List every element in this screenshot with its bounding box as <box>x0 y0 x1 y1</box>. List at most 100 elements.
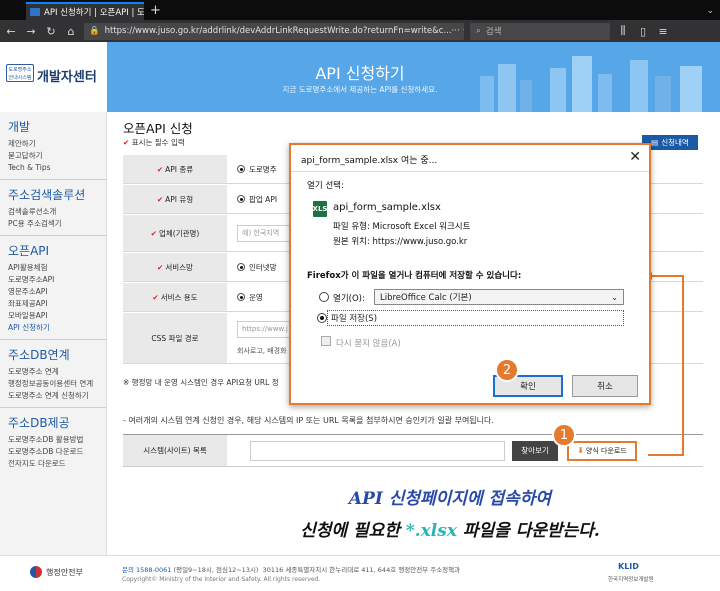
callout-highlight: *.xlsx <box>405 521 457 541</box>
sidebar-item-api-apply[interactable]: API 신청하기 <box>8 322 98 334</box>
browser-tabbar: API 신청하기 | 오픈API | 도로명 ✕ + ⌄ <box>0 0 720 20</box>
close-icon[interactable]: ✕ <box>629 149 641 165</box>
css-path-hint: 회사로고, 배경화 <box>237 346 287 355</box>
search-icon: ⌕ <box>476 26 481 36</box>
sidebar-section-title[interactable]: 주소검색솔루션 <box>8 186 98 203</box>
page-actions-icon[interactable]: ··· ☆ <box>452 26 464 36</box>
step-badge-1: 1 <box>552 423 576 447</box>
sidebar-item[interactable]: 행정정보공동이용센터 연계 <box>8 378 98 390</box>
radio-button[interactable] <box>237 293 245 301</box>
network-note: ※ 행정망 내 운영 시스템인 경우 API요청 URL 정 <box>123 378 279 387</box>
home-icon[interactable]: ⌂ <box>64 25 78 38</box>
sidebar-item[interactable]: 도로명주소API <box>8 274 98 286</box>
callout-line-2-post: 파일을 다운받는다. <box>456 521 600 541</box>
sidebar-item[interactable]: 검색솔루션소개 <box>8 206 98 218</box>
sidebar-item[interactable]: 모바일용API <box>8 310 98 322</box>
klid-name: 한국지역정보개발원 <box>608 577 654 583</box>
apply-history-label: 신청내역 <box>661 138 689 147</box>
radio-button[interactable] <box>237 195 245 203</box>
sidebar-item[interactable]: 전자지도 다운로드 <box>8 458 98 470</box>
tab-list-chevron-icon[interactable]: ⌄ <box>706 2 714 20</box>
dialog-title: api_form_sample.xlsx 여는 중... <box>301 156 438 166</box>
footer-hours: (평일9~18시, 점심12~13시) <box>173 566 259 574</box>
library-icon[interactable]: ⫼ <box>616 24 630 38</box>
form-download-button[interactable]: ⬇ 양식 다운로드 <box>567 440 637 461</box>
callout-line-2-pre: 신청에 필요한 <box>300 521 406 541</box>
chevron-down-icon: ⌄ <box>611 292 618 302</box>
sidebar-section-title[interactable]: 주소DB연계 <box>8 346 98 363</box>
sidebar: 개발 제안하기 묻고답하기 Tech & Tips 주소검색솔루션 검색솔루션소… <box>0 112 107 555</box>
sidebar-toggle-icon[interactable]: ▯ <box>636 25 650 38</box>
form-label: ✔ API 유형 <box>123 185 227 213</box>
multi-system-note: - 여러개의 시스템 연계 신청인 경우, 해당 시스템의 IP 또는 URL … <box>123 416 494 425</box>
search-input[interactable]: ⌕ 검색 <box>470 22 610 40</box>
sidebar-item[interactable]: 묻고답하기 <box>8 150 98 162</box>
form-label: ✔ 업체(기관명) <box>123 215 227 251</box>
radio-label: 운영 <box>249 292 263 302</box>
system-list-file-input[interactable] <box>250 440 505 461</box>
open-with-app: LibreOffice Calc (기본) <box>380 293 472 303</box>
logo-mark: 도로명주소 안내시스템 <box>6 64 34 82</box>
form-label-text: API 유형 <box>165 194 194 204</box>
url-text: https://www.juso.go.kr/addrlink/devAddrL… <box>104 26 452 36</box>
favicon-icon <box>30 8 40 16</box>
radio-label: 팝업 API <box>249 194 278 204</box>
save-file-option[interactable]: 파일 저장(S) <box>327 310 624 326</box>
list-icon: ▤ <box>651 138 659 147</box>
sidebar-section-db-provide: 주소DB제공 도로명주소DB 활용방법 도로명주소DB 다운로드 전자지도 다운… <box>0 408 106 475</box>
forward-icon[interactable]: → <box>24 25 38 38</box>
callout-line-2: 신청에 필요한 *.xlsx 파일을 다운받는다. <box>230 516 670 541</box>
new-tab-icon[interactable]: + <box>150 2 161 20</box>
file-source: 원본 위치: https://www.juso.go.kr <box>333 237 468 247</box>
excel-file-icon: XLS <box>313 201 327 217</box>
sidebar-section-solution: 주소검색솔루션 검색솔루션소개 PC용 주소검색기 <box>0 180 106 236</box>
open-with-select[interactable]: LibreOffice Calc (기본) ⌄ <box>374 289 624 305</box>
sidebar-section-title[interactable]: 오픈API <box>8 242 98 259</box>
tab-title: API 신청하기 | 오픈API | 도로명 <box>44 8 144 18</box>
open-choice-label: 열기 선택: <box>307 181 344 191</box>
radio-button[interactable] <box>237 263 245 271</box>
klid-logo: KLID <box>618 562 639 571</box>
sidebar-item[interactable]: 도로명주소DB 활용방법 <box>8 434 98 446</box>
save-file-radio[interactable] <box>317 313 327 323</box>
form-label-text: CSS 파일 경로 <box>151 333 199 343</box>
site-footer: 행정안전부 문의 1588-0061 (평일9~18시, 점심12~13시) 3… <box>0 555 720 591</box>
sidebar-item[interactable]: 도로명주소DB 다운로드 <box>8 446 98 458</box>
open-with-radio[interactable] <box>319 292 329 302</box>
sidebar-item[interactable]: 좌표제공API <box>8 298 98 310</box>
sidebar-section-title[interactable]: 주소DB제공 <box>8 414 98 431</box>
radio-button[interactable] <box>237 165 245 173</box>
browser-navbar: ← → ↻ ⌂ 🔒 https://www.juso.go.kr/addrlin… <box>0 20 720 42</box>
sidebar-item[interactable]: API활용체험 <box>8 262 98 274</box>
company-input[interactable]: 예) 한국지역 <box>237 224 297 242</box>
site-logo[interactable]: 도로명주소 안내시스템 개발자센터 <box>0 42 107 112</box>
reload-icon[interactable]: ↻ <box>44 25 58 38</box>
sidebar-section-openapi: 오픈API API활용체험 도로명주소API 영문주소API 좌표제공API 모… <box>0 236 106 340</box>
page-title: 오픈API 신청 <box>123 121 193 136</box>
sidebar-item[interactable]: 제안하기 <box>8 138 98 150</box>
form-label: ✔ 서비스망 <box>123 253 227 281</box>
browser-tab[interactable]: API 신청하기 | 오픈API | 도로명 ✕ <box>26 2 144 20</box>
cancel-button[interactable]: 취소 <box>572 375 638 397</box>
lock-icon: 🔒 <box>89 26 100 36</box>
sidebar-section-db-link: 주소DB연계 도로명주소 연계 행정정보공동이용센터 연계 도로명주소 연계 신… <box>0 340 106 408</box>
sidebar-item[interactable]: 도로명주소 연계 신청하기 <box>8 390 98 402</box>
page-banner-title: API 신청하기 <box>315 64 405 83</box>
dialog-question: Firefox가 이 파일을 열거나 컴퓨터에 저장할 수 있습니다: <box>307 271 522 281</box>
check-icon: ✔ <box>157 262 164 272</box>
css-path-input[interactable]: https://www.j <box>237 320 297 338</box>
sidebar-item[interactable]: 영문주소API <box>8 286 98 298</box>
browse-button[interactable]: 찾아보기 <box>512 440 558 461</box>
dont-ask-checkbox[interactable] <box>321 336 331 346</box>
check-icon: ✔ <box>123 138 130 147</box>
radio-label: 인터넷망 <box>249 262 277 272</box>
sidebar-item[interactable]: 도로명주소 연계 <box>8 366 98 378</box>
system-list-row: 시스템(사이트) 목록 찾아보기 ⬇ 양식 다운로드 <box>123 434 703 467</box>
menu-icon[interactable]: ≡ <box>656 25 670 38</box>
url-bar[interactable]: 🔒 https://www.juso.go.kr/addrlink/devAdd… <box>84 22 464 40</box>
check-icon: ✔ <box>152 292 159 302</box>
sidebar-item[interactable]: Tech & Tips <box>8 162 98 174</box>
sidebar-section-title[interactable]: 개발 <box>8 118 98 135</box>
back-icon[interactable]: ← <box>4 25 18 38</box>
sidebar-item[interactable]: PC용 주소검색기 <box>8 218 98 230</box>
